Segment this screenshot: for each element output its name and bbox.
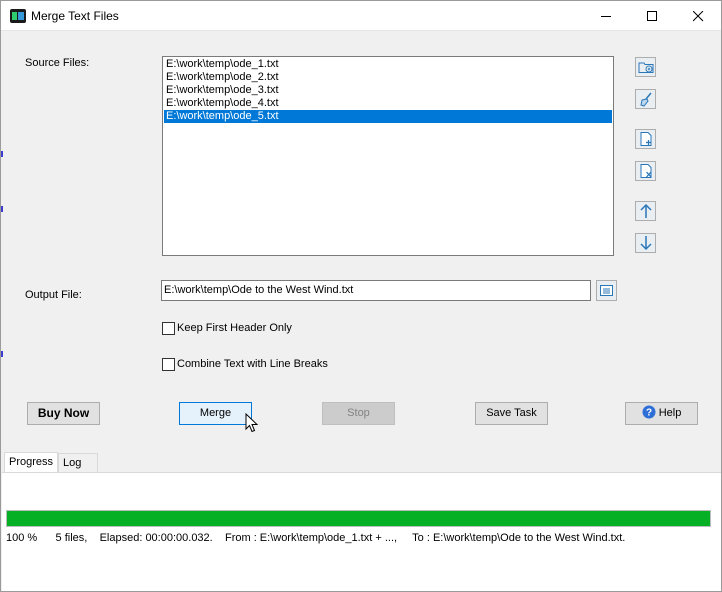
- progress-to: To : E:\work\temp\Ode to the West Wind.t…: [412, 532, 626, 544]
- minimize-icon: [601, 16, 611, 17]
- clear-list-icon: [640, 92, 652, 107]
- progress-bar: [6, 510, 711, 527]
- edge-mark: [1, 351, 3, 357]
- remove-file-icon: [640, 164, 652, 178]
- tab-log[interactable]: Log: [58, 453, 98, 473]
- progress-elapsed: Elapsed: 00:00:00.032.: [99, 532, 213, 544]
- output-file-label: Output File:: [25, 289, 82, 301]
- edge-mark: [1, 206, 3, 212]
- help-button[interactable]: ? Help: [625, 402, 698, 425]
- progress-from: From : E:\work\temp\ode_1.txt + ...,: [224, 532, 398, 544]
- app-icon: [10, 9, 26, 23]
- progress-percent: 100 %: [6, 532, 38, 544]
- keep-first-header-checkbox[interactable]: [162, 322, 175, 335]
- browse-file-icon: [600, 285, 613, 296]
- move-up-button[interactable]: [635, 201, 656, 221]
- list-item[interactable]: E:\work\temp\ode_2.txt: [164, 71, 612, 84]
- progress-bar-fill: [7, 511, 710, 526]
- progress-panel: 100 % 5 files, Elapsed: 00:00:00.032. Fr…: [2, 472, 721, 591]
- move-down-button[interactable]: [635, 233, 656, 253]
- list-item[interactable]: E:\work\temp\ode_4.txt: [164, 97, 612, 110]
- merge-button[interactable]: Merge: [179, 402, 252, 425]
- source-files-label: Source Files:: [25, 57, 90, 69]
- minimize-button[interactable]: [583, 1, 629, 31]
- move-up-icon: [640, 203, 652, 218]
- browse-output-button[interactable]: [596, 280, 617, 301]
- add-file-icon: [640, 132, 652, 146]
- list-item[interactable]: E:\work\temp\ode_3.txt: [164, 84, 612, 97]
- source-files-list[interactable]: E:\work\temp\ode_1.txt E:\work\temp\ode_…: [162, 56, 614, 256]
- combine-line-breaks-checkbox[interactable]: [162, 358, 175, 371]
- save-task-button[interactable]: Save Task: [475, 402, 548, 425]
- tab-progress[interactable]: Progress: [4, 452, 59, 473]
- progress-files: 5 files,: [55, 532, 88, 544]
- clear-list-button[interactable]: [635, 89, 656, 109]
- mouse-cursor-icon: [245, 413, 259, 433]
- add-file-button[interactable]: [635, 129, 656, 149]
- progress-status: 100 % 5 files, Elapsed: 00:00:00.032. Fr…: [6, 532, 625, 544]
- move-down-icon: [640, 236, 652, 251]
- help-icon: ?: [642, 405, 656, 419]
- edge-mark: [1, 151, 3, 157]
- stop-button[interactable]: Stop: [322, 402, 395, 425]
- buy-now-button[interactable]: Buy Now: [27, 402, 100, 425]
- help-label: Help: [658, 407, 682, 419]
- add-folder-button[interactable]: [635, 57, 656, 77]
- window-title: Merge Text Files: [31, 9, 119, 23]
- combine-line-breaks-label: Combine Text with Line Breaks: [177, 358, 328, 370]
- output-file-input[interactable]: E:\work\temp\Ode to the West Wind.txt: [161, 280, 591, 301]
- title-bar[interactable]: Merge Text Files: [1, 1, 721, 31]
- svg-text:?: ?: [646, 408, 652, 419]
- keep-first-header-label: Keep First Header Only: [177, 322, 292, 334]
- list-item-selected[interactable]: E:\work\temp\ode_5.txt: [164, 110, 612, 123]
- list-item[interactable]: E:\work\temp\ode_1.txt: [164, 58, 612, 71]
- maximize-icon: [647, 11, 657, 21]
- close-button[interactable]: [675, 1, 721, 31]
- remove-file-button[interactable]: [635, 161, 656, 181]
- close-icon: [693, 11, 704, 22]
- maximize-button[interactable]: [629, 1, 675, 31]
- merge-text-files-window: Merge Text Files Source Files: E:\work\t…: [0, 0, 722, 592]
- add-folder-icon: [638, 62, 654, 73]
